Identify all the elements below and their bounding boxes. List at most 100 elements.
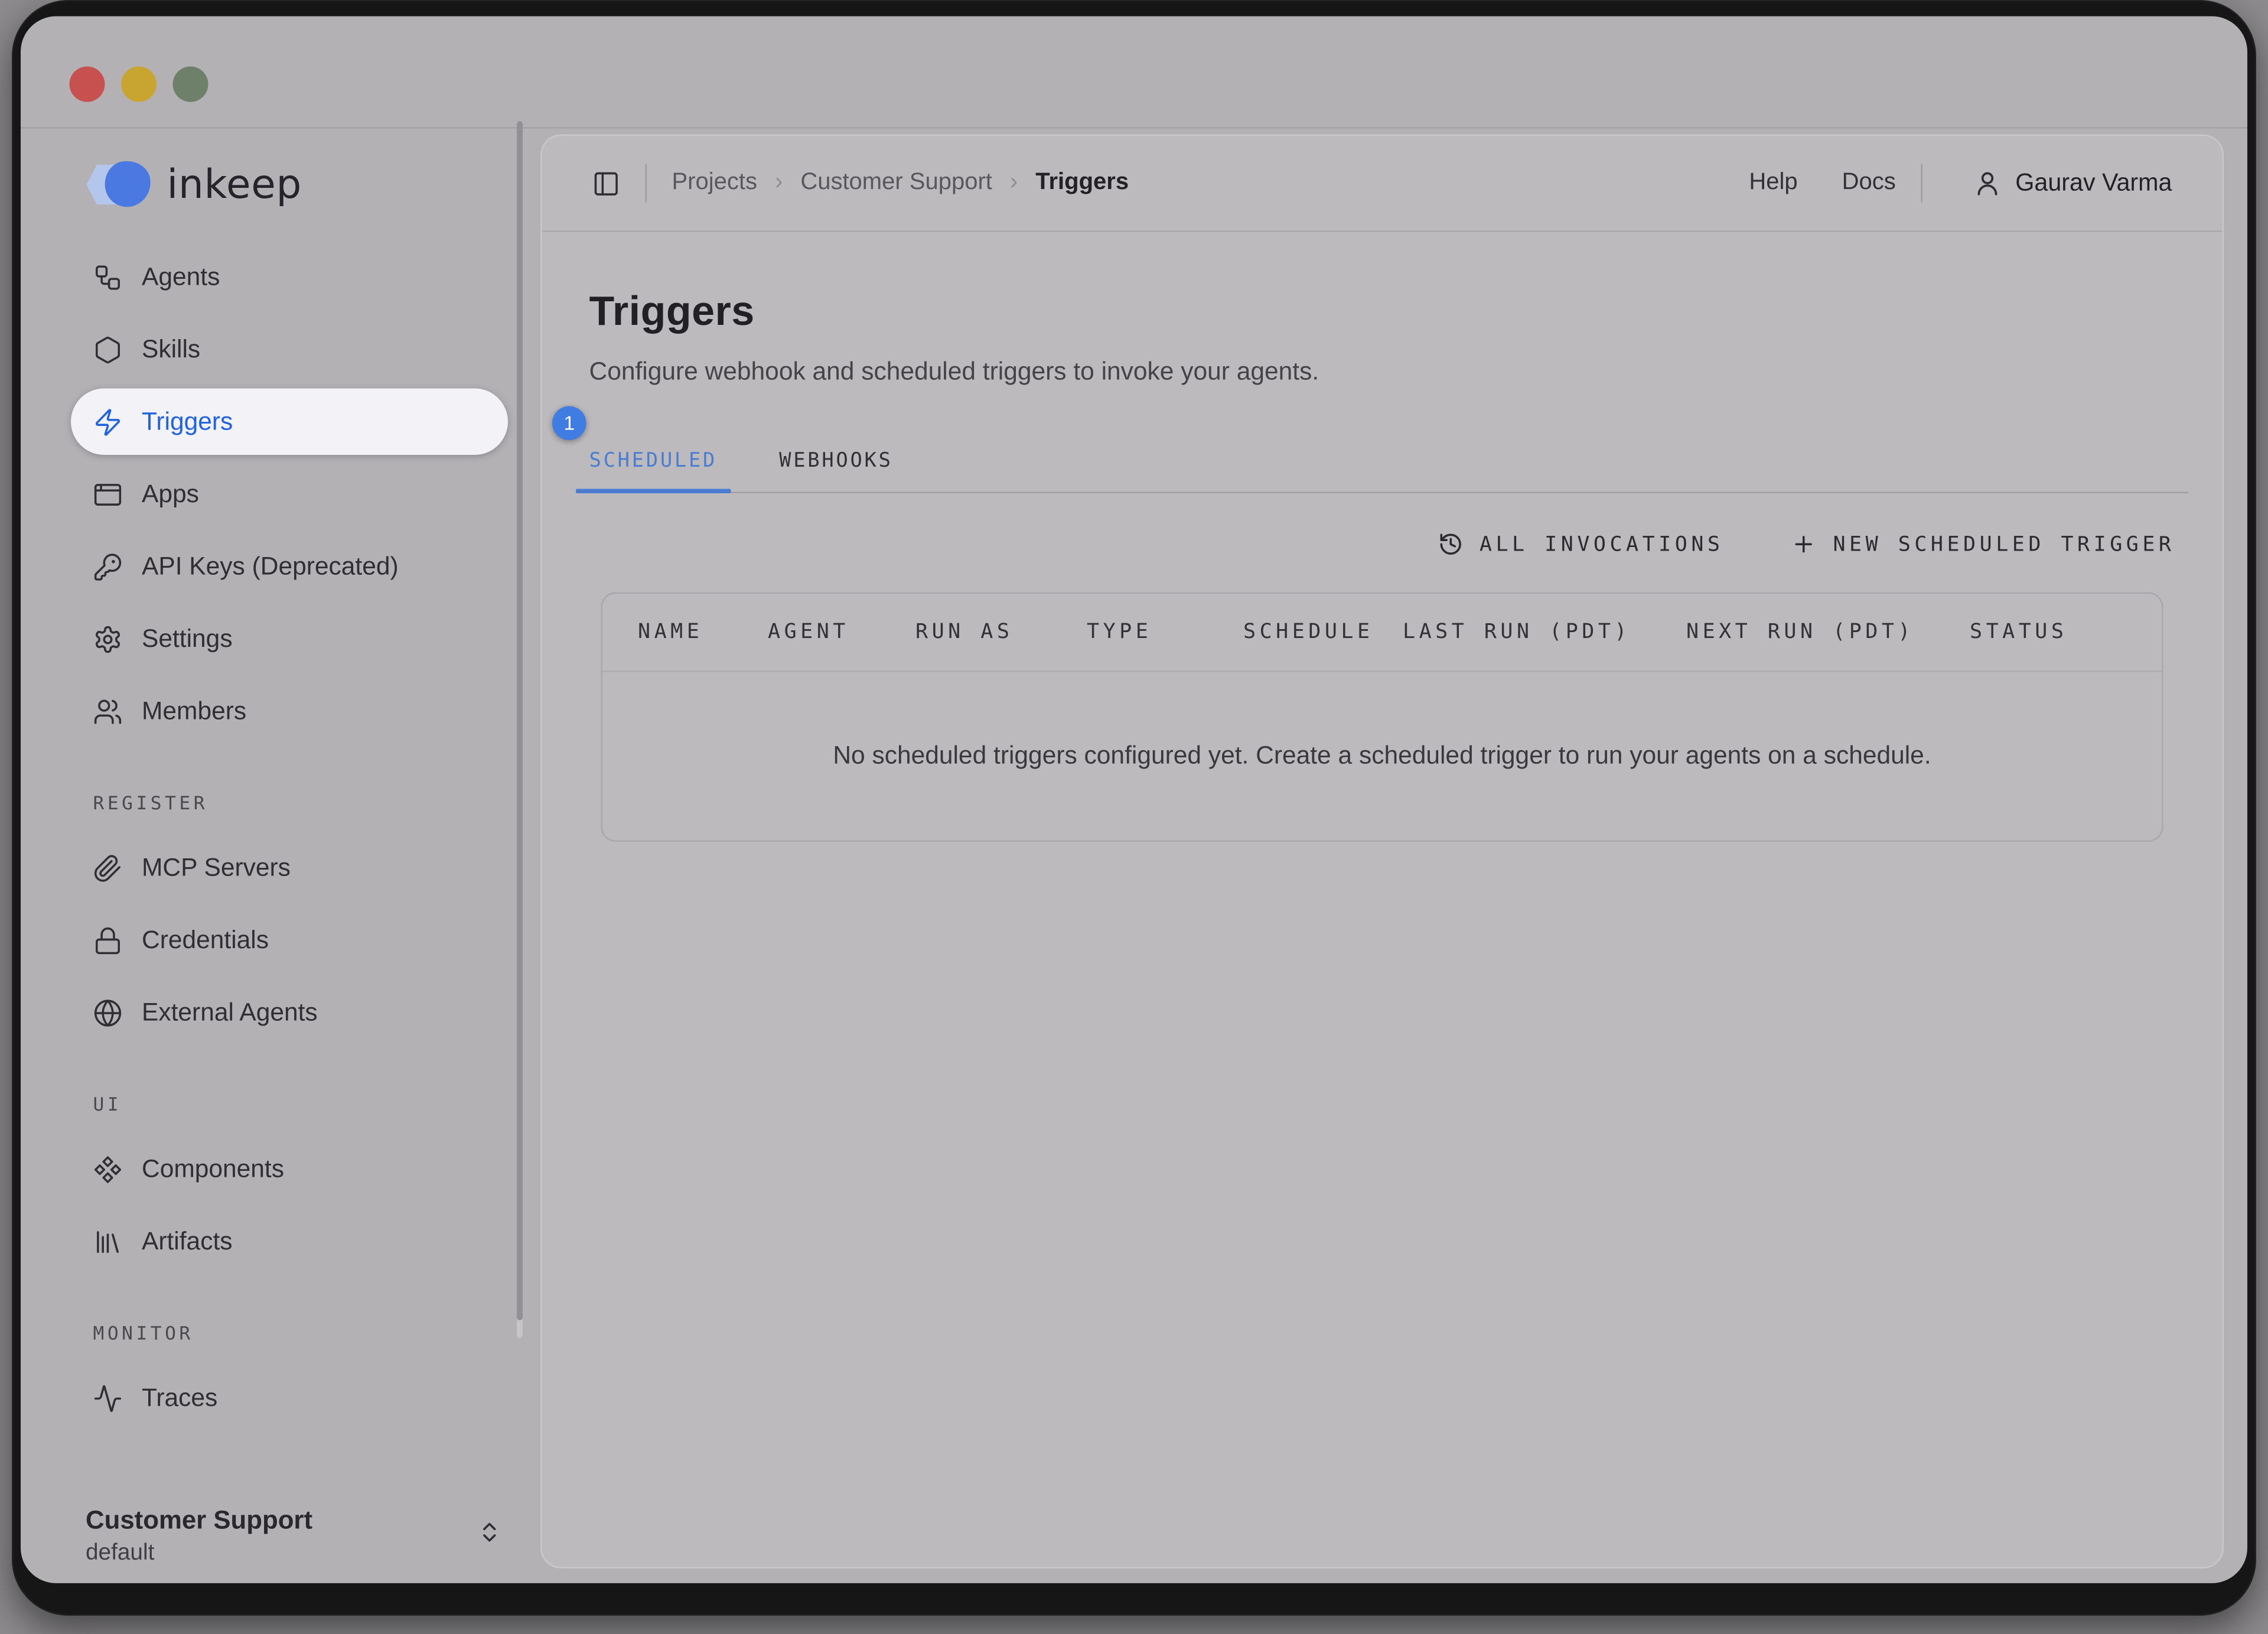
library-icon: [93, 1226, 123, 1256]
sidebar-item-agents[interactable]: Agents: [71, 244, 508, 311]
chevrons-up-down-icon: [477, 1519, 503, 1545]
header-divider: [1921, 164, 1922, 203]
close-button[interactable]: [70, 67, 105, 102]
sidebar: inkeep Agents Skills Triggers Apps API Keys …: [21, 129, 540, 1584]
nav-section-label: UI: [93, 1093, 509, 1115]
plus-icon: [1791, 532, 1817, 557]
page-title: Triggers: [589, 288, 2175, 336]
sidebar-item-label: Apps: [142, 479, 199, 509]
sidebar-item-mcp-servers[interactable]: MCP Servers: [71, 835, 508, 901]
sidebar-item-label: Settings: [142, 624, 233, 653]
workflow-icon: [93, 262, 123, 292]
tab-scheduled[interactable]: SCHEDULED: [576, 449, 731, 492]
header-divider: [646, 164, 647, 203]
zap-icon: [93, 407, 123, 437]
sidebar-item-external-agents[interactable]: External Agents: [71, 979, 508, 1046]
sidebar-item-credentials[interactable]: Credentials: [71, 907, 508, 974]
history-icon: [1438, 532, 1464, 557]
minimize-button[interactable]: [121, 67, 157, 102]
sidebar-item-label: Skills: [142, 334, 200, 364]
chevron-right-icon: ›: [775, 170, 783, 197]
scheduled-triggers-table: NAMEAGENTRUN ASTYPESCHEDULELAST RUN (PDT…: [601, 593, 2163, 842]
column-header-schedule: SCHEDULE: [1243, 620, 1403, 644]
sidebar-item-triggers[interactable]: Triggers: [71, 389, 508, 455]
sidebar-item-label: Triggers: [142, 407, 233, 437]
app-window: inkeep Agents Skills Triggers Apps API Keys …: [21, 17, 2247, 1584]
sidebar-toggle-button[interactable]: [592, 169, 621, 197]
sidebar-item-label: MCP Servers: [142, 853, 291, 883]
action-label: NEW SCHEDULED TRIGGER: [1833, 532, 2175, 556]
docs-link[interactable]: Docs: [1842, 170, 1896, 197]
sidebar-item-label: API Keys (Deprecated): [142, 552, 399, 581]
sidebar-item-artifacts[interactable]: Artifacts: [71, 1208, 508, 1275]
users-icon: [93, 696, 123, 726]
sidebar-item-members[interactable]: Members: [71, 678, 508, 745]
sidebar-item-label: External Agents: [142, 998, 318, 1027]
sidebar-item-components[interactable]: Components: [71, 1136, 508, 1203]
titlebar: [21, 17, 2247, 129]
sidebar-item-traces[interactable]: Traces: [71, 1365, 508, 1431]
user-name: Gaurav Varma: [2015, 169, 2172, 197]
sidebar-item-skills[interactable]: Skills: [71, 316, 508, 383]
chevron-right-icon: ›: [1010, 170, 1018, 197]
panel-left-icon: [592, 169, 621, 197]
sidebar-item-settings[interactable]: Settings: [71, 606, 508, 672]
traffic-lights: [70, 67, 208, 102]
column-header-run-as: RUN AS: [915, 620, 1087, 644]
column-header-type: TYPE: [1087, 620, 1243, 644]
sidebar-scrollbar-thumb[interactable]: [517, 121, 523, 1320]
sidebar-item-label: Traces: [142, 1383, 217, 1412]
sidebar-item-label: Artifacts: [142, 1226, 233, 1256]
inkeep-logo-mark-icon: [86, 160, 154, 210]
zoom-button[interactable]: [173, 67, 208, 102]
breadcrumb-item: Triggers: [1035, 170, 1129, 197]
inkeep-logo: inkeep: [86, 158, 540, 211]
chevrons-up-down-icon: [477, 1519, 503, 1552]
activity-icon: [93, 1383, 123, 1412]
table-header-row: NAMEAGENTRUN ASTYPESCHEDULELAST RUN (PDT…: [602, 594, 2162, 672]
help-link[interactable]: Help: [1749, 170, 1797, 197]
sidebar-item-api-keys-deprecated[interactable]: API Keys (Deprecated): [71, 533, 508, 600]
logo-wordmark: inkeep: [167, 162, 302, 208]
key-icon: [93, 552, 123, 581]
paperclip-icon: [93, 853, 123, 883]
screenshot-stage: inkeep Agents Skills Triggers Apps API Keys …: [0, 0, 2268, 1634]
user-icon: [1973, 168, 2002, 198]
org-environment: default: [86, 1538, 477, 1569]
globe-icon: [93, 998, 123, 1027]
hexagon-icon: [93, 334, 123, 364]
tab-bar: SCHEDULED WEBHOOKS: [576, 449, 2188, 493]
sidebar-item-label: Members: [142, 696, 246, 726]
column-header-agent: AGENT: [768, 620, 915, 644]
nav-section-label: REGISTER: [93, 792, 509, 814]
tab-webhooks[interactable]: WEBHOOKS: [766, 449, 907, 492]
breadcrumb: Projects › Customer Support › Triggers: [672, 170, 1129, 197]
column-header-last-run-pdt: LAST RUN (PDT): [1403, 620, 1686, 644]
org-name: Customer Support: [86, 1502, 477, 1538]
page-description: Configure webhook and scheduled triggers…: [589, 357, 2175, 387]
breadcrumb-item[interactable]: Customer Support: [800, 170, 992, 197]
sidebar-item-label: Agents: [142, 262, 220, 292]
lock-icon: [93, 925, 123, 955]
page-content: Triggers Configure webhook and scheduled…: [542, 288, 2223, 842]
new-scheduled-trigger-button[interactable]: NEW SCHEDULED TRIGGER: [1791, 532, 2175, 557]
action-label: ALL INVOCATIONS: [1480, 532, 1724, 556]
all-invocations-button[interactable]: ALL INVOCATIONS: [1438, 532, 1724, 557]
main-header: Projects›Customer Support›Triggers Help …: [542, 136, 2223, 232]
breadcrumb-item[interactable]: Projects: [672, 170, 757, 197]
user-menu[interactable]: Gaurav Varma: [1973, 168, 2172, 198]
column-header-name: NAME: [602, 620, 768, 644]
actions-row: ALL INVOCATIONS NEW SCHEDULED TRIGGER: [589, 532, 2175, 557]
sidebar-item-apps[interactable]: Apps: [71, 461, 508, 528]
org-switcher[interactable]: Customer Support default: [86, 1502, 514, 1569]
table-empty-state: No scheduled triggers configured yet. Cr…: [602, 672, 2162, 841]
sidebar-item-label: Components: [142, 1154, 284, 1184]
sidebar-nav: Agents Skills Triggers Apps API Keys (Deprec…: [71, 244, 508, 1431]
column-header-status: STATUS: [1970, 620, 2162, 644]
user-icon: [1973, 168, 2002, 198]
column-header-next-run-pdt: NEXT RUN (PDT): [1686, 620, 1970, 644]
sidebar-item-label: Credentials: [142, 925, 269, 955]
component-icon: [93, 1154, 123, 1184]
annotation-badge-1: 1: [552, 406, 586, 441]
nav-section-label: MONITOR: [93, 1322, 509, 1345]
